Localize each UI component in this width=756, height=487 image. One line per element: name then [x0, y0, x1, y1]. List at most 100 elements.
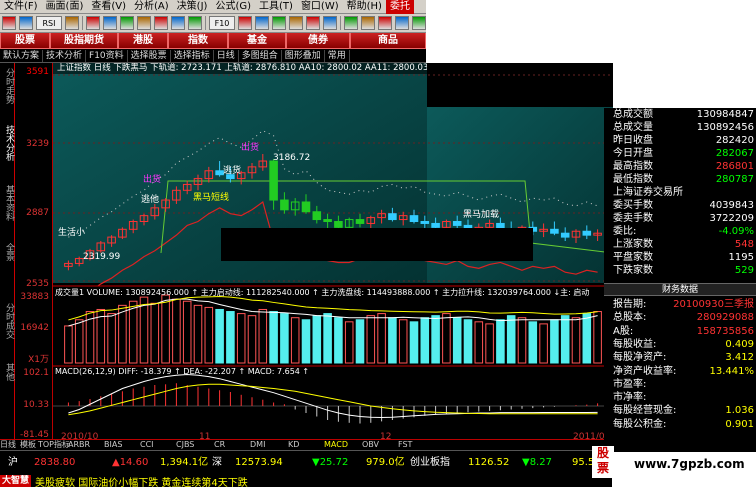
indicator-tab[interactable]: OBV: [362, 440, 398, 450]
indicator-tab[interactable]: KD: [288, 440, 324, 450]
chart-icon[interactable]: [19, 16, 33, 30]
refresh-icon[interactable]: [361, 16, 375, 30]
volume-tick: X1万: [28, 355, 49, 365]
index-info-value: 529: [734, 265, 754, 276]
left-view-tab[interactable]: 全景: [1, 243, 14, 261]
zoom-icon[interactable]: [323, 16, 337, 30]
volume-bar: [409, 321, 419, 364]
left-view-tab[interactable]: 分时走势: [1, 68, 14, 104]
indicator-tabs: 日线 模板 TOP指标 ARBR BIAS CCI CJBS CR DMI KD MACD OBV FS…: [0, 439, 604, 450]
flag-icon[interactable]: [171, 16, 185, 30]
subtool-item[interactable]: 选择股票: [128, 49, 171, 62]
menu-item[interactable]: 查看(V): [87, 0, 130, 14]
indicator-tab[interactable]: 日线: [0, 440, 20, 450]
nav-tab[interactable]: 债券: [286, 33, 350, 49]
volume-bar: [215, 308, 224, 364]
indicator-tab[interactable]: BIAS: [104, 440, 140, 450]
index-info-label: 委买手数: [613, 200, 653, 211]
volume-bar: [312, 315, 322, 364]
menu-item[interactable]: 委托: [385, 0, 414, 14]
candle-body: [582, 230, 592, 236]
index-info-row: 总成交额 130984847: [604, 108, 756, 121]
info-icon[interactable]: [188, 16, 202, 30]
menu-item[interactable]: 分析(A): [130, 0, 173, 14]
indicator-tab[interactable]: FST: [398, 440, 428, 450]
subtool-item[interactable]: 常用: [325, 49, 350, 62]
candle-body: [355, 219, 365, 224]
gauge-icon[interactable]: [103, 16, 117, 30]
occlusion-block: [221, 228, 533, 261]
fin-info-row: A股: 158735856: [604, 325, 756, 338]
subtool-item[interactable]: 选择指标: [171, 49, 214, 62]
star-icon[interactable]: [272, 16, 286, 30]
list-icon[interactable]: [65, 16, 79, 30]
alert-icon[interactable]: [255, 16, 269, 30]
fin-info-value: 0.901: [725, 418, 754, 430]
help-icon[interactable]: [395, 16, 409, 30]
kline-chart[interactable]: 3186.722319.99出货出货逃货逃他 黑马短线生活小黑马加载成交量1 VO…: [53, 63, 613, 441]
indicator-tab[interactable]: TOP指标: [38, 440, 70, 450]
subtool-item[interactable]: 默认方案: [0, 49, 44, 62]
index-info-panel: 总成交额 130984847 总成交量 130892456 昨日收盘 282420 今日开盘…: [604, 108, 756, 452]
watermark-logo: 股票: [592, 446, 614, 478]
volume-bar: [269, 311, 278, 364]
indicator-tab[interactable]: MACD: [324, 440, 362, 450]
arrow-down-icon[interactable]: [306, 16, 320, 30]
left-view-tab[interactable]: 技术分析: [1, 125, 14, 161]
indicator-tab[interactable]: CR: [214, 440, 250, 450]
subtool-item[interactable]: 多图组合: [239, 49, 282, 62]
nav-tab[interactable]: 港股: [118, 33, 168, 49]
indicator-tab[interactable]: CJBS: [176, 440, 214, 450]
menu-item[interactable]: 帮助(H): [343, 0, 386, 14]
index-info-value: 282067: [715, 148, 754, 159]
signal-heima-label: 黑马短线: [193, 191, 229, 203]
price-tick: 3239: [26, 139, 49, 149]
subtool-item[interactable]: F10资料: [86, 49, 128, 62]
f10-icon[interactable]: F10: [209, 16, 235, 30]
fin-section-title: 财务数据: [604, 283, 756, 296]
index-info-label: 上海证券交易所: [613, 187, 683, 198]
menu-item[interactable]: 决策(J): [173, 0, 212, 14]
left-view-tab[interactable]: 基本资料: [1, 185, 14, 221]
menu-item[interactable]: 窗口(W): [297, 0, 343, 14]
nav-tab[interactable]: 商品: [350, 33, 426, 49]
subtool-item[interactable]: 技术分析: [43, 49, 87, 62]
indicator-tab[interactable]: DMI: [250, 440, 288, 450]
exit-icon[interactable]: [412, 16, 426, 30]
indicator-tab[interactable]: ARBR: [68, 440, 104, 450]
print-icon[interactable]: [378, 16, 392, 30]
index-info-value: 1195: [728, 252, 754, 263]
grid-icon[interactable]: [86, 16, 100, 30]
nav-tab[interactable]: 股指期货: [50, 33, 118, 49]
index-info-label: 上涨家数: [613, 239, 653, 250]
toolbar-separator: [82, 16, 83, 30]
menu-item[interactable]: 公式(G): [211, 0, 255, 14]
search-icon[interactable]: [238, 16, 252, 30]
candle-body: [420, 221, 430, 224]
index-info-row: 昨日收盘 282420: [604, 134, 756, 147]
left-view-tab[interactable]: 其他: [1, 363, 14, 381]
menu-bar: 文件(F) 画面(面) 查看(V) 分析(A) 决策(J) 公式(G) 工具(T) 窗口(W)…: [0, 0, 426, 14]
bars2-icon[interactable]: [137, 16, 151, 30]
indicator-tab[interactable]: CCI: [140, 440, 176, 450]
fin-info-row: 市盈率:: [604, 378, 756, 391]
nav-tab[interactable]: 基金: [228, 33, 286, 49]
nav-tab[interactable]: 股票: [0, 33, 50, 49]
menu-item[interactable]: 工具(T): [255, 0, 297, 14]
arrow-up-icon[interactable]: [289, 16, 303, 30]
y-axis-panel: 3591 3239 2887 2535 33883 16942 X1万 102.1 10.33-…: [15, 63, 53, 446]
nav-tab[interactable]: 指数: [168, 33, 228, 49]
indicator-tab[interactable]: 模板: [20, 440, 38, 450]
settings-icon[interactable]: [344, 16, 358, 30]
ticker-text[interactable]: 美股疲软 国际油价小幅下跌 黄金连续第4天下跌: [31, 475, 248, 487]
bars-icon[interactable]: [120, 16, 134, 30]
rsi-icon[interactable]: RSI: [36, 16, 62, 30]
left-view-tab[interactable]: 分时成交: [1, 303, 14, 339]
menu-item[interactable]: 画面(面): [42, 0, 88, 14]
subtool-item[interactable]: 日线: [214, 49, 239, 62]
analysis-subtoolbar: 默认方案 技术分析 F10资料 选择股票 选择指标 日线 多图组合 图形叠加 常用: [0, 49, 426, 63]
menu-item[interactable]: 文件(F): [0, 0, 42, 14]
subtool-item[interactable]: 图形叠加: [282, 49, 325, 62]
new-doc-icon[interactable]: [2, 16, 16, 30]
pen-icon[interactable]: [154, 16, 168, 30]
